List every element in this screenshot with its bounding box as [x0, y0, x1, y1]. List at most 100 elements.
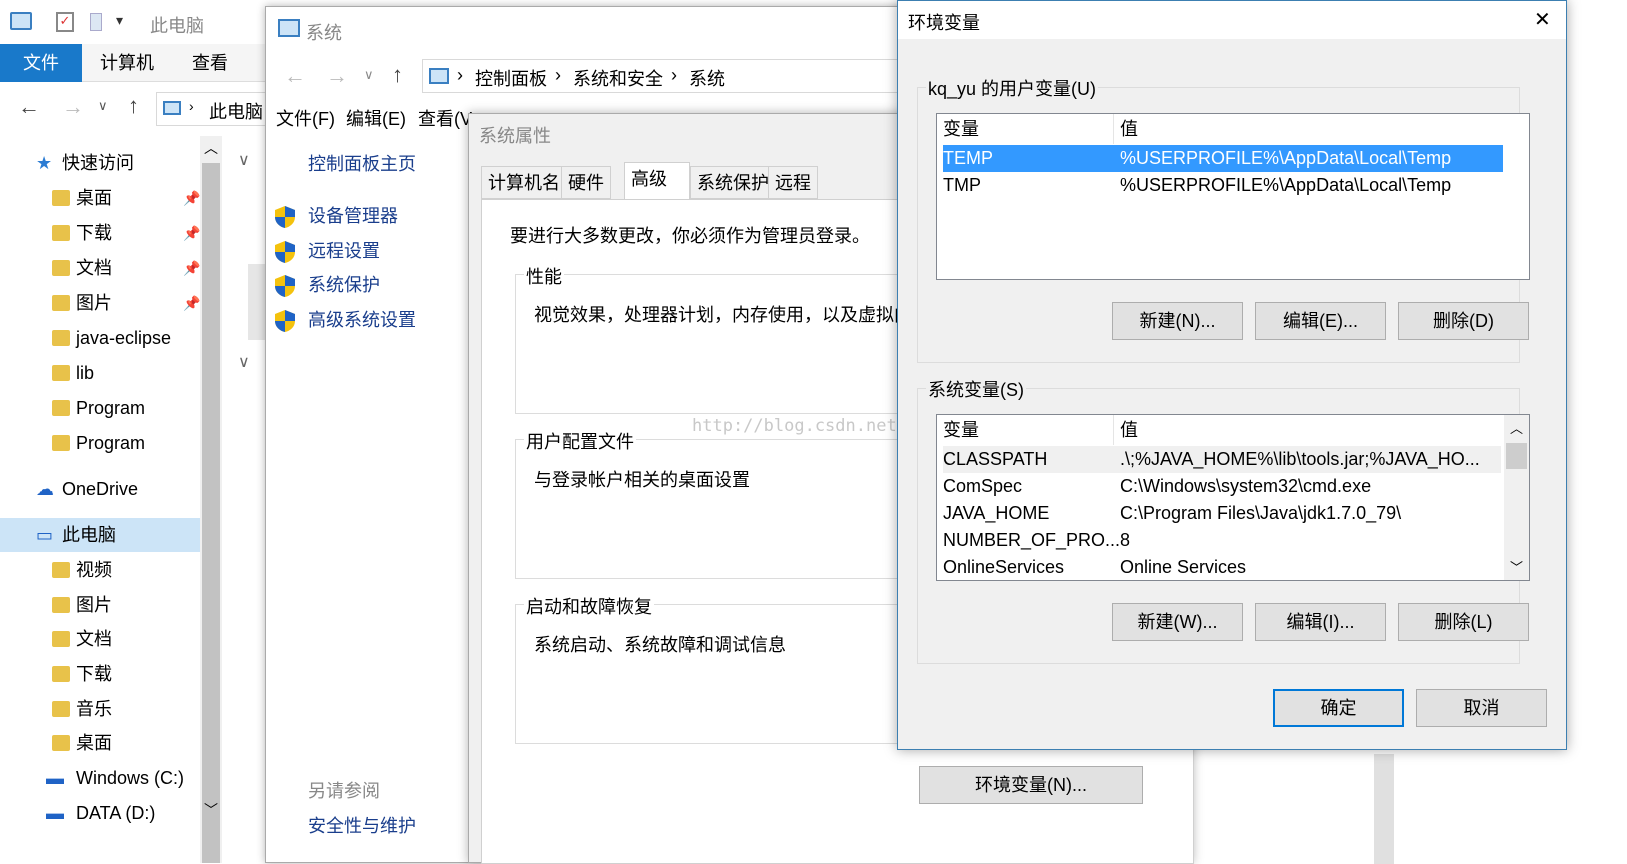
pin-icon[interactable]: 📌 — [183, 251, 200, 285]
tab-remote[interactable]: 远程 — [768, 166, 818, 199]
column-header-value[interactable]: 值 — [1120, 114, 1138, 144]
nav-item[interactable]: 下载 — [0, 657, 205, 691]
list-row[interactable]: ComSpec C:\Windows\system32\cmd.exe — [943, 473, 1503, 500]
back-arrow-icon[interactable]: ← — [18, 94, 40, 120]
pin-icon[interactable]: 📌 — [183, 181, 200, 215]
user-delete-button[interactable]: 删除(D) — [1398, 302, 1529, 340]
nav-item[interactable]: 图片 — [0, 588, 205, 622]
system-protection-link[interactable]: 系统保护 — [308, 270, 380, 300]
nav-item[interactable]: 图片 📌 — [0, 286, 205, 320]
system-variables-list[interactable]: 变量 值 CLASSPATH .\;%JAVA_HOME%\lib\tools.… — [936, 414, 1530, 581]
back-arrow-icon[interactable]: ← — [284, 63, 306, 89]
nav-item[interactable]: 下载 📌 — [0, 216, 205, 250]
environment-variables-button[interactable]: 环境变量(N)... — [919, 766, 1143, 804]
forward-arrow-icon[interactable]: → — [326, 63, 348, 89]
recent-locations-icon[interactable]: ∨ — [364, 67, 374, 83]
tab-computer[interactable]: 计算机 — [100, 44, 154, 82]
list-row[interactable]: TEMP %USERPROFILE%\AppData\Local\Temp — [943, 145, 1503, 172]
breadcrumb-item[interactable]: 系统和安全 — [573, 65, 663, 91]
scroll-down-icon[interactable]: ﹀ — [1510, 557, 1523, 576]
explorer-titlebar: ✓ ▾ 此电脑 — [0, 0, 282, 44]
forward-arrow-icon[interactable]: → — [62, 94, 84, 120]
tab-file[interactable]: 文件 — [0, 44, 82, 82]
nav-item[interactable]: 音乐 — [0, 692, 205, 726]
system-new-button[interactable]: 新建(W)... — [1112, 603, 1243, 641]
system-edit-button[interactable]: 编辑(I)... — [1255, 603, 1386, 641]
folder-icon — [52, 295, 70, 311]
cancel-button[interactable]: 取消 — [1416, 689, 1547, 727]
recent-locations-icon[interactable]: ∨ — [98, 98, 108, 114]
list-row[interactable]: NUMBER_OF_PRO... 8 — [943, 527, 1503, 554]
nav-item[interactable]: Program — [0, 391, 205, 425]
uac-shield-icon — [274, 240, 296, 264]
folder-icon — [52, 225, 70, 241]
tab-system-protection[interactable]: 系统保护 — [690, 166, 776, 199]
navigation-scrollbar[interactable]: ︿ — [200, 136, 222, 863]
user-new-button[interactable]: 新建(N)... — [1112, 302, 1243, 340]
tab-advanced[interactable]: 高级 — [624, 162, 690, 200]
address-field[interactable]: › 此电脑 — [156, 92, 282, 126]
user-edit-button[interactable]: 编辑(E)... — [1255, 302, 1386, 340]
advanced-system-settings-link[interactable]: 高级系统设置 — [308, 305, 416, 335]
nav-item[interactable]: ☁ OneDrive — [0, 472, 205, 506]
tab-computer-name[interactable]: 计算机名 — [481, 166, 567, 199]
customize-toolbar-icon[interactable]: ▾ — [116, 12, 123, 29]
close-icon[interactable]: ✕ — [1534, 7, 1551, 32]
scrollbar-thumb[interactable] — [202, 163, 220, 863]
up-arrow-icon[interactable]: ↑ — [128, 93, 139, 119]
background-scrollbar[interactable] — [1374, 754, 1394, 864]
nav-item[interactable]: 文档 — [0, 622, 205, 656]
scroll-up-icon[interactable]: ︿ — [204, 138, 218, 158]
menu-view[interactable]: 查看(V — [418, 103, 472, 135]
device-manager-link[interactable]: 设备管理器 — [308, 201, 398, 231]
nav-item[interactable]: 桌面 — [0, 726, 205, 760]
column-header-value[interactable]: 值 — [1120, 415, 1138, 445]
nav-item[interactable]: ▭ 此电脑 — [0, 518, 205, 552]
nav-item[interactable]: java-eclipse — [0, 321, 205, 355]
nav-item[interactable]: ▬ Windows (C:) — [0, 761, 205, 795]
scroll-down-icon[interactable]: ﹀ — [204, 800, 218, 820]
nav-item[interactable]: ▬ DATA (D:) — [0, 796, 205, 830]
tab-view[interactable]: 查看 — [192, 44, 228, 82]
group-description: 系统启动、系统故障和调试信息 — [534, 635, 786, 655]
nav-item[interactable]: 视频 — [0, 553, 205, 587]
scroll-up-icon[interactable]: ︿ — [1510, 418, 1523, 437]
pin-icon[interactable]: 📌 — [183, 286, 200, 320]
group-description: 视觉效果，处理器计划，内存使用，以及虚拟内存 — [534, 305, 930, 325]
nav-item[interactable]: lib — [0, 356, 205, 390]
nav-item-label: lib — [76, 363, 95, 383]
column-header-variable[interactable]: 变量 — [943, 114, 1113, 144]
list-row[interactable]: OnlineServices Online Services — [943, 554, 1503, 580]
security-maintenance-link[interactable]: 安全性与维护 — [308, 811, 416, 841]
system-delete-button[interactable]: 删除(L) — [1398, 603, 1529, 641]
nav-item[interactable]: 文档 📌 — [0, 251, 205, 285]
new-folder-icon[interactable] — [90, 13, 102, 31]
menu-edit[interactable]: 编辑(E) — [346, 103, 406, 135]
nav-item[interactable]: Program — [0, 426, 205, 460]
scrollbar-thumb[interactable] — [1506, 443, 1527, 469]
window-title: 此电脑 — [150, 16, 204, 36]
menu-file[interactable]: 文件(F) — [276, 103, 335, 135]
group-title: kq_yu 的用户变量(U) — [926, 75, 1099, 101]
nav-item-label: Program — [76, 398, 146, 418]
breadcrumb-item[interactable]: 系统 — [689, 65, 725, 91]
properties-icon[interactable]: ✓ — [56, 12, 74, 32]
column-header-variable[interactable]: 变量 — [943, 415, 1113, 445]
nav-item[interactable]: 桌面 📌 — [0, 181, 205, 215]
list-row[interactable]: CLASSPATH .\;%JAVA_HOME%\lib\tools.jar;%… — [943, 446, 1501, 473]
list-row[interactable]: JAVA_HOME C:\Program Files\Java\jdk1.7.0… — [943, 500, 1503, 527]
control-panel-home-link[interactable]: 控制面板主页 — [308, 149, 416, 179]
system-list-scrollbar[interactable]: ︿ ﹀ — [1504, 415, 1529, 580]
tab-hardware[interactable]: 硬件 — [561, 166, 611, 199]
collapse-chevron-icon[interactable]: ∨ — [238, 352, 250, 372]
breadcrumb[interactable]: › 控制面板 › 系统和安全 › 系统 — [422, 59, 906, 93]
nav-item[interactable]: ★ 快速访问 — [0, 146, 205, 180]
pin-icon[interactable]: 📌 — [183, 216, 200, 250]
collapse-chevron-icon[interactable]: ∨ — [238, 150, 250, 170]
user-variables-list[interactable]: 变量 值 TEMP %USERPROFILE%\AppData\Local\Te… — [936, 113, 1530, 280]
up-arrow-icon[interactable]: ↑ — [392, 62, 403, 88]
breadcrumb-item[interactable]: 控制面板 — [475, 65, 547, 91]
ok-button[interactable]: 确定 — [1273, 689, 1404, 727]
list-row[interactable]: TMP %USERPROFILE%\AppData\Local\Temp — [943, 172, 1503, 199]
remote-settings-link[interactable]: 远程设置 — [308, 236, 380, 266]
